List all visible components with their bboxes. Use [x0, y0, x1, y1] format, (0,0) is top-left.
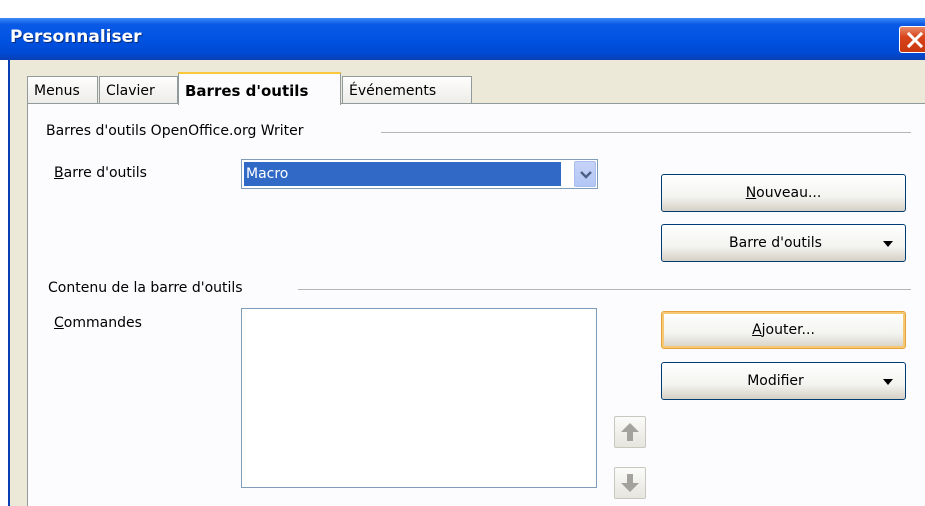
modify-button-label: Modifier [747, 373, 804, 389]
tab-menus[interactable]: Menus [27, 76, 98, 104]
commands-list[interactable] [241, 308, 597, 488]
commands-label: Commandes [54, 315, 142, 331]
menu-arrow-icon [883, 379, 893, 385]
commands-label-mnemonic: C [54, 315, 64, 331]
customize-dialog: Personnaliser Menus Clavier Barres d'out… [0, 0, 925, 506]
toolbar-label: Barre d'outils [54, 165, 147, 181]
move-down-button[interactable] [614, 467, 646, 499]
dropdown-button[interactable] [574, 161, 596, 187]
content-group-title: Contenu de la barre d'outils [48, 280, 243, 296]
tab-events[interactable]: Événements [342, 76, 472, 104]
tab-events-label: Événements [349, 83, 437, 99]
modify-button[interactable]: Modifier [661, 362, 906, 400]
group-divider [381, 132, 911, 133]
add-command-button[interactable]: Ajouter... [661, 311, 906, 349]
new-toolbar-button-label: Nouveau... [662, 185, 905, 201]
arrow-up-icon [621, 423, 639, 441]
chevron-down-icon [580, 171, 592, 179]
tab-toolbars-label: Barres d'outils [185, 82, 309, 100]
toolbar-select-value: Macro [243, 161, 562, 187]
title-bar[interactable]: Personnaliser [0, 18, 925, 60]
toolbar-label-mnemonic: B [54, 165, 64, 181]
toolbar-menu-button[interactable]: Barre d'outils [661, 224, 906, 262]
new-toolbar-button[interactable]: Nouveau... [661, 174, 906, 212]
move-up-button[interactable] [614, 416, 646, 448]
tab-toolbars[interactable]: Barres d'outils [178, 72, 341, 105]
tab-keyboard-label: Clavier [106, 83, 155, 99]
add-button-rest: jouter... [761, 322, 815, 338]
close-icon [907, 32, 923, 48]
commands-label-rest: ommandes [63, 315, 142, 331]
toolbar-select[interactable]: Macro [241, 159, 598, 189]
window-title: Personnaliser [10, 27, 142, 47]
new-button-rest: ouveau... [756, 185, 822, 201]
dialog-body: Menus Clavier Barres d'outils Événements… [8, 60, 925, 506]
arrow-down-icon [621, 474, 639, 492]
add-command-button-label: Ajouter... [662, 322, 905, 338]
toolbar-label-rest: arre d'outils [63, 165, 147, 181]
close-button[interactable] [899, 26, 925, 53]
toolbars-group-title: Barres d'outils OpenOffice.org Writer [46, 123, 304, 139]
new-button-mnemonic: N [745, 185, 757, 201]
tab-menus-label: Menus [34, 83, 80, 99]
menu-arrow-icon [883, 241, 893, 247]
group-divider [298, 289, 911, 290]
toolbars-tab-page: Barres d'outils OpenOffice.org Writer Ba… [27, 103, 925, 506]
toolbar-menu-button-label: Barre d'outils [729, 235, 822, 251]
add-button-mnemonic: A [752, 322, 762, 338]
tab-keyboard[interactable]: Clavier [99, 76, 178, 104]
